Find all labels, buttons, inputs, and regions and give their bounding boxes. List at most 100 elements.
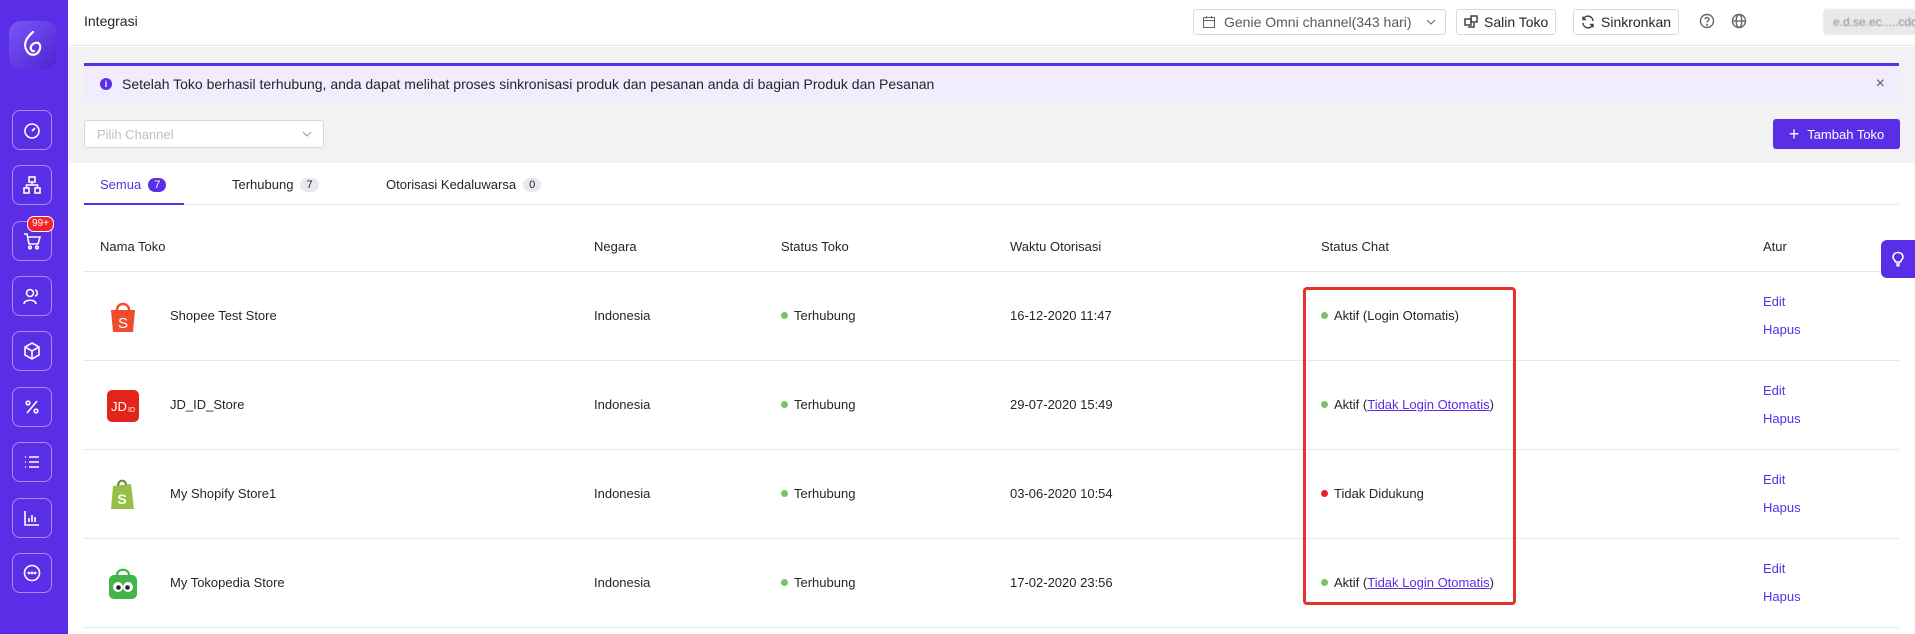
calendar-icon [1203, 16, 1215, 28]
column-header-store-status: Status Toko [781, 239, 849, 254]
tab-count: 7 [300, 177, 319, 192]
table-row: JD ID JD_ID_Store Indonesia Terhubung 29… [84, 361, 1899, 450]
nav-products[interactable] [12, 331, 52, 371]
copy-icon [1464, 15, 1478, 28]
svg-text:JD: JD [111, 399, 127, 414]
store-status: Terhubung [781, 397, 855, 412]
delete-link[interactable]: Hapus [1763, 500, 1801, 515]
edit-link[interactable]: Edit [1763, 472, 1785, 487]
language-button[interactable] [1731, 13, 1747, 29]
app-logo[interactable] [9, 21, 57, 69]
close-icon[interactable]: × [1876, 75, 1885, 93]
channel-select-placeholder: Pilih Channel [97, 126, 174, 142]
delete-link[interactable]: Hapus [1763, 322, 1801, 337]
tab-count: 7 [148, 177, 167, 192]
status-dot [781, 401, 788, 408]
plus-icon: + [1788, 124, 1800, 144]
country: Indonesia [594, 486, 651, 501]
tab-count: 0 [523, 177, 542, 192]
chat-status-highlight [1303, 287, 1516, 605]
users-icon [23, 288, 39, 305]
auth-time: 17-02-2020 23:56 [1010, 575, 1113, 590]
shopee-logo-icon: S [111, 302, 135, 332]
table-row: My Tokopedia Store Indonesia Terhubung 1… [84, 539, 1899, 628]
column-header-chat-status: Status Chat [1321, 239, 1389, 254]
delete-link[interactable]: Hapus [1763, 411, 1801, 426]
chevron-down-icon [1426, 19, 1436, 25]
user-name: e.d.se.ec.....cdc [1833, 15, 1915, 29]
globe-icon [1731, 13, 1747, 29]
page-title: Integrasi [84, 13, 138, 29]
country: Indonesia [594, 308, 651, 323]
nav-chat[interactable] [12, 553, 52, 593]
table-row: S Shopee Test Store Indonesia Terhubung … [84, 272, 1899, 361]
question-icon [1699, 13, 1715, 29]
sidebar: 99+ [0, 0, 68, 634]
tab-connected[interactable]: Terhubung 7 [232, 177, 319, 192]
delete-link[interactable]: Hapus [1763, 589, 1801, 604]
nav-lists[interactable] [12, 442, 52, 482]
channel-select[interactable]: Pilih Channel [84, 120, 324, 148]
jd-logo-icon: JD ID [107, 390, 139, 422]
bar-chart-icon [24, 511, 39, 526]
sync-button[interactable]: Sinkronkan [1573, 9, 1680, 35]
copy-store-label: Salin Toko [1484, 14, 1549, 30]
country: Indonesia [594, 397, 651, 412]
table-row: S My Shopify Store1 Indonesia Terhubung … [84, 450, 1899, 539]
tab-label: Terhubung [232, 177, 294, 192]
svg-text:S: S [117, 491, 126, 507]
edit-link[interactable]: Edit [1763, 561, 1785, 576]
svg-text:S: S [118, 315, 128, 332]
nav-organization[interactable] [12, 165, 52, 205]
store-status-text: Terhubung [794, 308, 856, 323]
auth-time: 03-06-2020 10:54 [1010, 486, 1113, 501]
nav-promotions[interactable] [12, 387, 52, 427]
logo-icon [23, 30, 42, 56]
nav-customers[interactable] [12, 276, 52, 316]
tab-label: Semua [100, 177, 142, 192]
org-chart-icon [23, 176, 41, 194]
alert-text: Setelah Toko berhasil terhubung, anda da… [122, 75, 935, 92]
store-select-value: Genie Omni channel(343 hari) [1224, 14, 1412, 30]
sync-icon [1582, 15, 1594, 29]
info-alert: i Setelah Toko berhasil terhubung, anda … [84, 63, 1899, 101]
tokopedia-logo-icon [109, 568, 137, 599]
column-header-country: Negara [594, 239, 637, 254]
column-header-actions: Atur [1763, 239, 1787, 254]
cart-badge: 99+ [27, 216, 54, 232]
edit-link[interactable]: Edit [1763, 383, 1785, 398]
list-icon [25, 456, 39, 468]
store-name: Shopee Test Store [170, 308, 277, 323]
nav-dashboard[interactable] [12, 110, 52, 150]
nav-reports[interactable] [12, 498, 52, 538]
auth-time: 16-12-2020 11:47 [1010, 308, 1112, 323]
copy-store-button[interactable]: Salin Toko [1456, 9, 1557, 35]
tab-all[interactable]: Semua 7 [100, 177, 167, 192]
store-status: Terhubung [781, 486, 855, 501]
column-header-auth-time: Waktu Otorisasi [1010, 239, 1102, 254]
chat-icon [23, 564, 41, 582]
add-store-button[interactable]: + Tambah Toko [1773, 119, 1900, 149]
nav-orders[interactable]: 99+ [12, 216, 54, 261]
tab-expired[interactable]: Otorisasi Kedaluwarsa 0 [386, 177, 542, 192]
edit-link[interactable]: Edit [1763, 294, 1785, 309]
store-status: Terhubung [781, 308, 855, 323]
status-dot [781, 490, 788, 497]
sync-label: Sinkronkan [1601, 14, 1672, 30]
help-button[interactable] [1699, 13, 1715, 29]
percent-icon [25, 400, 39, 414]
tab-bar: Semua 7 Terhubung 7 Otorisasi Kedaluwars… [84, 163, 1899, 205]
active-tab-indicator [84, 203, 184, 205]
user-menu[interactable]: e.d.se.ec.....cdc [1823, 9, 1915, 35]
tab-label: Otorisasi Kedaluwarsa [386, 177, 517, 192]
store-select[interactable]: Genie Omni channel(343 hari) [1193, 9, 1446, 35]
lightbulb-icon [1892, 251, 1904, 267]
chevron-down-icon [302, 131, 312, 137]
status-dot [781, 312, 788, 319]
svg-text:ID: ID [128, 407, 135, 414]
tips-button[interactable] [1881, 240, 1915, 278]
store-status-text: Terhubung [794, 575, 856, 590]
dashboard-icon [24, 123, 40, 139]
country: Indonesia [594, 575, 651, 590]
auth-time: 29-07-2020 15:49 [1010, 397, 1113, 412]
